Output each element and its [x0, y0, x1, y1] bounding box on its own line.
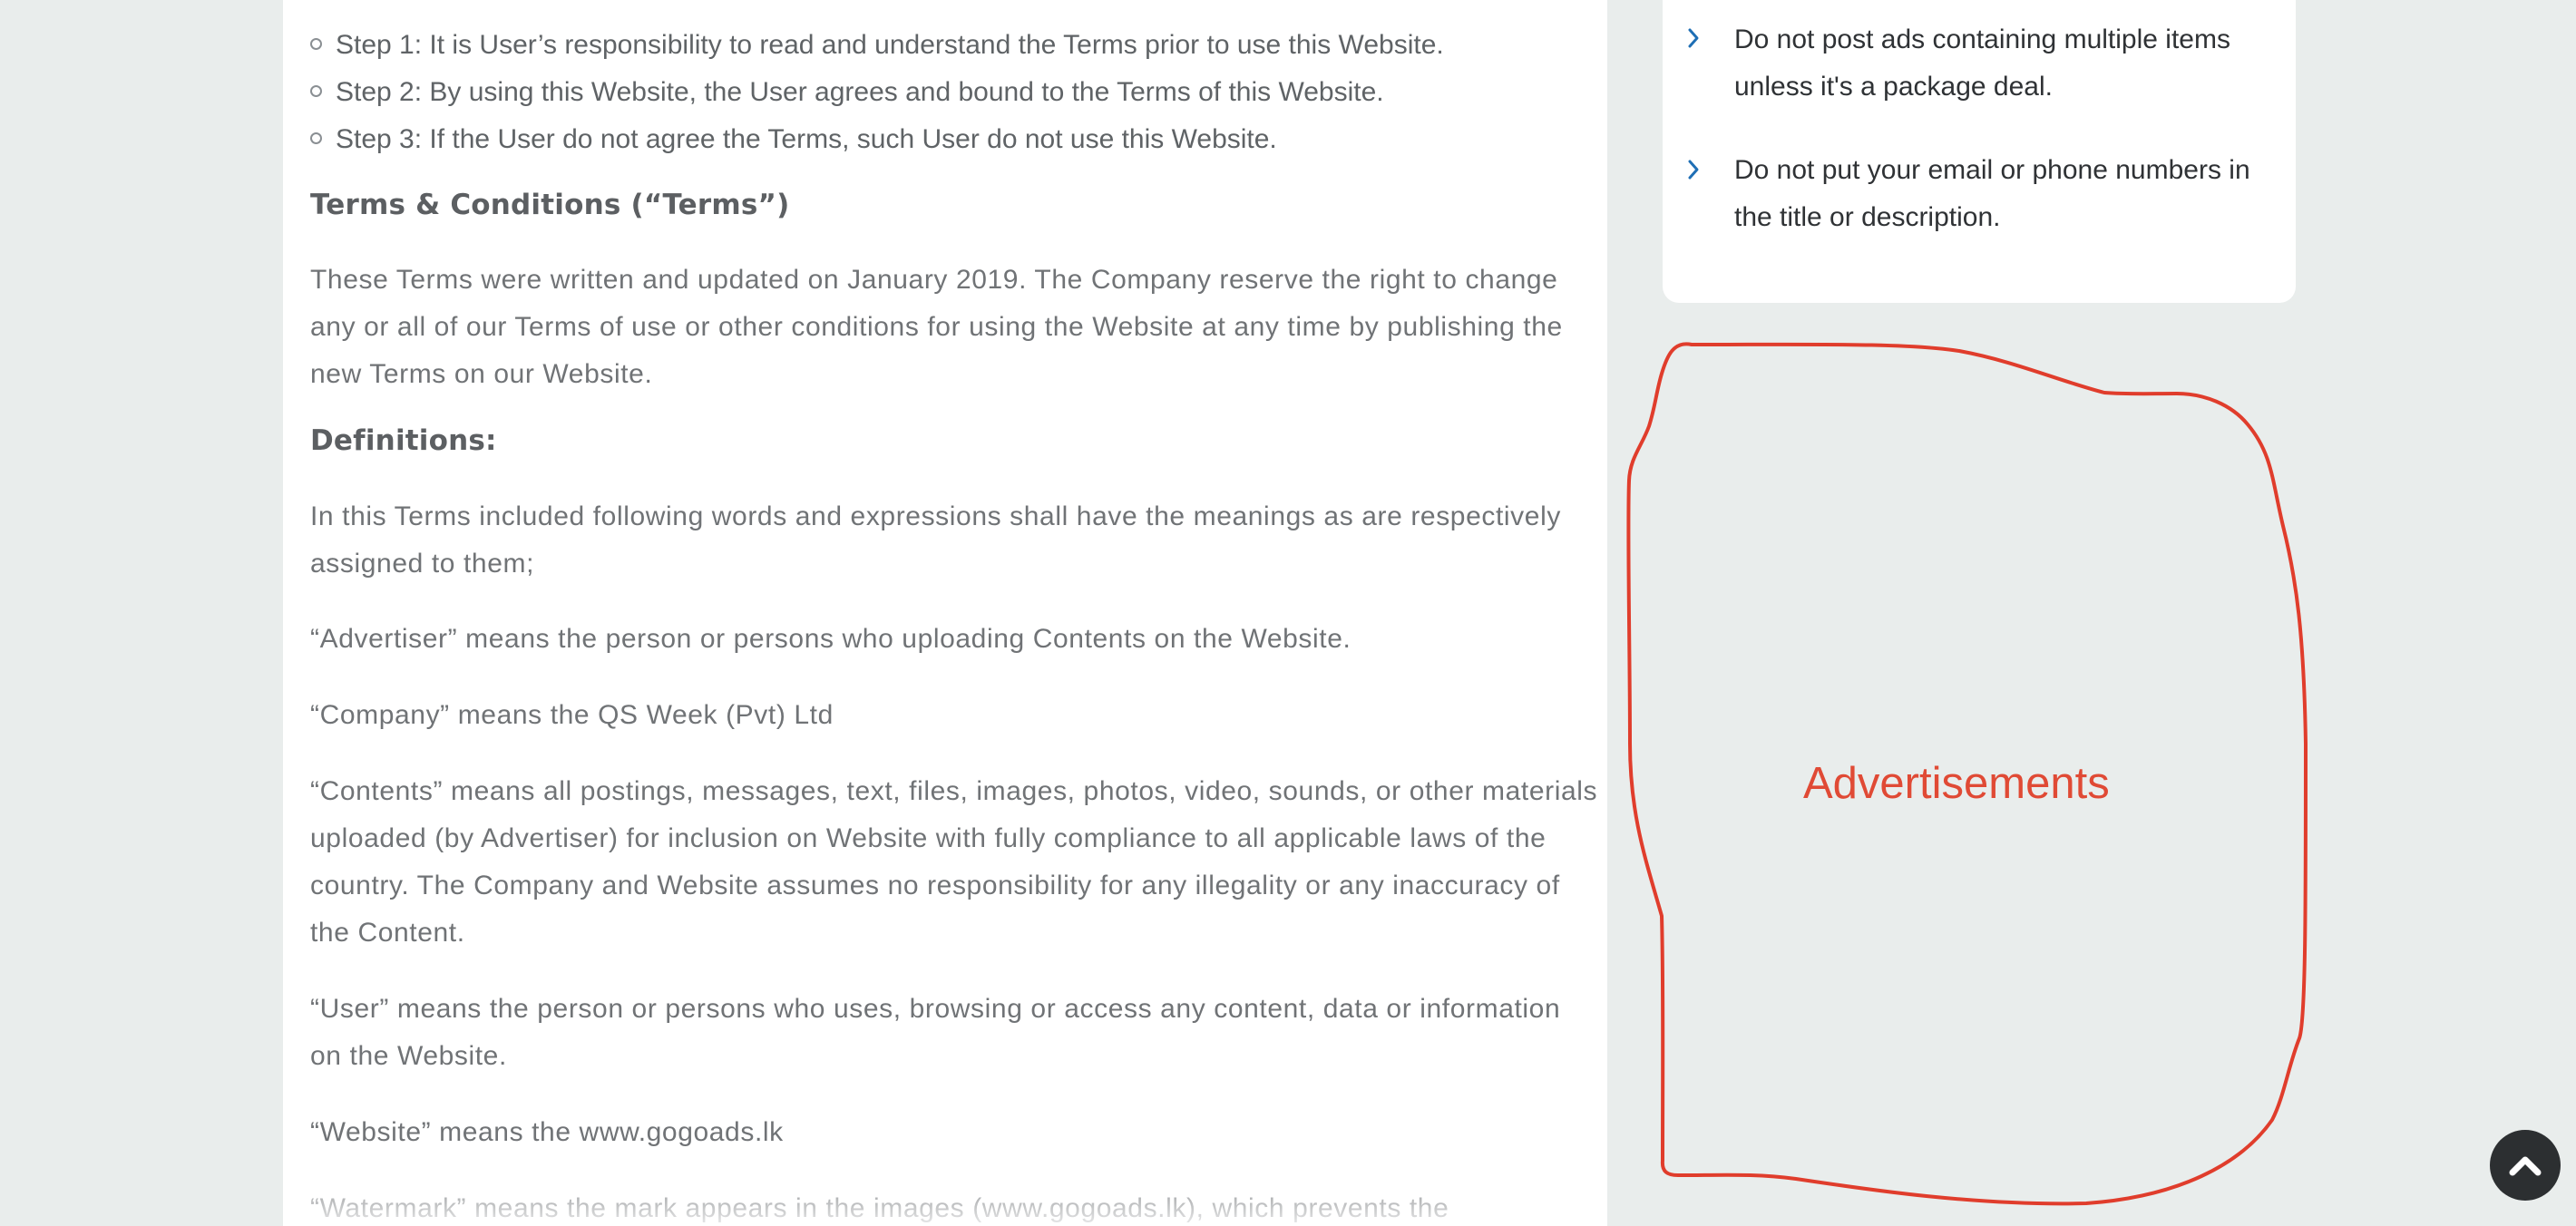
step-item-2: Step 2: By using this Website, the User … [310, 74, 1384, 111]
step-text: Step 1: It is User’s responsibility to r… [336, 30, 1444, 60]
circle-bullet-icon [310, 84, 322, 97]
definitions-heading: Definitions: [310, 424, 497, 457]
terms-intro-paragraph: These Terms were written and updated on … [310, 265, 1563, 389]
tip-multiple-items: Do not post ads containing multiple item… [1734, 24, 2230, 102]
step-item-1: Step 1: It is User’s responsibility to r… [310, 27, 1444, 63]
circle-bullet-icon [310, 37, 322, 50]
definition-advertiser: “Advertiser” means the person or persons… [310, 624, 1351, 654]
advertisements-label: Advertisements [1803, 759, 2110, 808]
terms-heading: Terms & Conditions (“Terms”) [310, 189, 790, 221]
definition-company: “Company” means the QS Week (Pvt) Ltd [310, 700, 834, 730]
definition-contents: “Contents” means all postings, messages,… [310, 776, 1598, 948]
step-text: Step 2: By using this Website, the User … [336, 77, 1384, 107]
terms-content-panel: Step 1: It is User’s responsibility to r… [283, 0, 1607, 1226]
step-text: Step 3: If the User do not agree the Ter… [336, 124, 1277, 154]
step-item-3: Step 3: If the User do not agree the Ter… [310, 122, 1277, 158]
definition-website: “Website” means the www.gogoads.lk [310, 1117, 784, 1147]
definition-user: “User” means the person or persons who u… [310, 994, 1561, 1071]
chevron-right-icon [1688, 160, 1699, 180]
circle-bullet-icon [310, 131, 322, 144]
tip-no-contact-info: Do not put your email or phone numbers i… [1734, 155, 2250, 232]
definitions-intro-paragraph: In this Terms included following words a… [310, 501, 1561, 579]
definition-watermark: “Watermark” means the mark appears in th… [310, 1193, 1449, 1223]
chevron-up-icon [2509, 1156, 2542, 1176]
chevron-right-icon [1688, 28, 1699, 48]
scroll-to-top-button[interactable] [2490, 1130, 2561, 1201]
